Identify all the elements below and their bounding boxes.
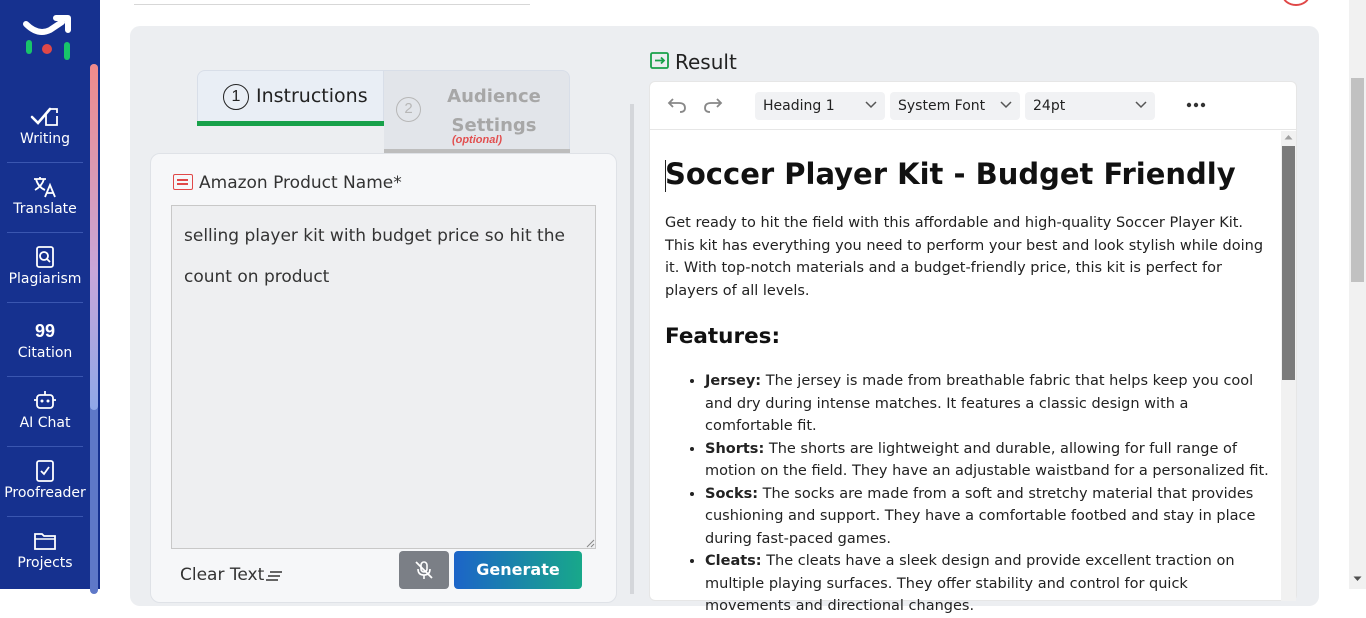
tab-audience-settings-label: Audience Settings	[447, 86, 541, 136]
sidebar-divider	[7, 162, 83, 163]
list-item: Shorts: The shorts are lightweight and d…	[705, 438, 1270, 483]
font-family-select[interactable]: System Font	[890, 92, 1020, 120]
clear-text-button[interactable]: Clear Text	[180, 565, 264, 585]
sidebar-item-label: Translate	[13, 201, 77, 217]
mic-off-icon	[415, 561, 433, 579]
plagiarism-search-icon	[0, 245, 90, 269]
sidebar-item-ai-chat[interactable]: AI Chat	[0, 379, 90, 449]
list-item: Socks: The socks are made from a soft an…	[705, 483, 1270, 551]
document-heading: Soccer Player Kit - Budget Friendly	[665, 157, 1236, 191]
scroll-down-arrow-icon[interactable]	[1353, 576, 1362, 582]
header-divider	[134, 4, 530, 5]
list-item: Jersey: The jersey is made from breathab…	[705, 370, 1270, 438]
result-export-icon	[650, 52, 669, 69]
block-format-value: Heading 1	[763, 98, 835, 114]
chevron-down-icon	[1000, 101, 1012, 109]
writing-check-icon	[0, 105, 90, 129]
feature-term: Jersey:	[705, 373, 762, 389]
features-list: Jersey: The jersey is made from breathab…	[665, 370, 1270, 618]
generate-button[interactable]: Generate	[454, 551, 582, 589]
sidebar-item-label: Writing	[20, 131, 70, 147]
page-scrollbar-thumb[interactable]	[1351, 78, 1364, 282]
feature-text: The socks are made from a soft and stret…	[705, 485, 1256, 547]
sidebar-scrollbar-thumb[interactable]	[90, 64, 98, 410]
sidebar-item-proofreader[interactable]: Proofreader	[0, 449, 90, 519]
quote-icon: 99	[34, 320, 56, 341]
editor-scrollbar-thumb[interactable]	[1282, 146, 1295, 380]
sidebar-divider	[7, 302, 83, 303]
feature-term: Socks:	[705, 485, 759, 502]
product-name-icon	[173, 174, 193, 190]
sidebar-item-label: Citation	[17, 345, 73, 361]
sidebar-item-label: Proofreader	[4, 485, 86, 501]
block-format-select[interactable]: Heading 1	[755, 92, 885, 120]
product-name-label: Amazon Product Name*	[199, 173, 402, 193]
clear-lines-icon[interactable]	[266, 570, 283, 582]
product-name-textarea[interactable]: selling player kit with budget price so …	[171, 205, 596, 549]
sidebar-item-label: Plagiarism	[8, 271, 82, 287]
sidebar-item-plagiarism[interactable]: Plagiarism	[0, 235, 90, 305]
sidebar-divider	[7, 376, 83, 377]
sidebar-divider	[7, 516, 83, 517]
undo-icon[interactable]	[667, 96, 687, 114]
more-options-icon[interactable]	[1186, 102, 1206, 108]
feature-term: Shorts:	[705, 440, 765, 457]
scroll-up-arrow-icon[interactable]	[1284, 134, 1293, 140]
result-title: Result	[675, 50, 737, 74]
redo-icon[interactable]	[703, 96, 723, 114]
folder-icon	[0, 529, 90, 553]
step-number-badge: 1	[223, 84, 249, 110]
sidebar-item-label: Projects	[17, 555, 73, 571]
mic-off-button[interactable]	[399, 551, 449, 589]
feature-text: The jersey is made from breathable fabri…	[705, 373, 1254, 434]
font-family-value: System Font	[898, 98, 986, 114]
app-logo[interactable]	[22, 12, 74, 64]
sidebar-item-citation[interactable]: 99 Citation	[0, 309, 90, 379]
tab-active-indicator	[197, 121, 384, 126]
feature-text: The cleats have a sleek design and provi…	[705, 553, 1235, 614]
document-intro: Get ready to hit the field with this aff…	[665, 215, 1264, 299]
result-document[interactable]: Soccer Player Kit - Budget Friendly Get …	[665, 146, 1270, 618]
sidebar-divider	[7, 446, 83, 447]
optional-note: (optional)	[451, 134, 503, 146]
chevron-down-icon	[865, 101, 877, 109]
sidebar-item-projects[interactable]: Projects	[0, 519, 90, 589]
tab-instructions-label: Instructions	[256, 85, 368, 107]
robot-icon	[0, 389, 90, 413]
proofreader-icon	[0, 459, 90, 483]
sidebar-item-label: AI Chat	[19, 415, 71, 431]
font-size-value: 24pt	[1033, 98, 1066, 114]
features-heading: Features:	[665, 324, 781, 349]
resize-handle-icon[interactable]	[585, 538, 595, 548]
sidebar-divider	[7, 232, 83, 233]
feature-term: Cleats:	[705, 553, 762, 569]
step-number-badge: 2	[396, 97, 421, 122]
font-size-select[interactable]: 24pt	[1025, 92, 1155, 120]
sidebar-item-writing[interactable]: Writing	[0, 95, 90, 165]
profile-icon[interactable]	[1282, 0, 1310, 6]
feature-text: The shorts are lightweight and durable, …	[705, 440, 1269, 480]
chevron-down-icon	[1135, 101, 1147, 109]
panel-splitter[interactable]	[630, 104, 634, 594]
list-item: Cleats: The cleats have a sleek design a…	[705, 550, 1270, 618]
translate-icon	[0, 175, 90, 199]
sidebar-item-translate[interactable]: Translate	[0, 165, 90, 235]
